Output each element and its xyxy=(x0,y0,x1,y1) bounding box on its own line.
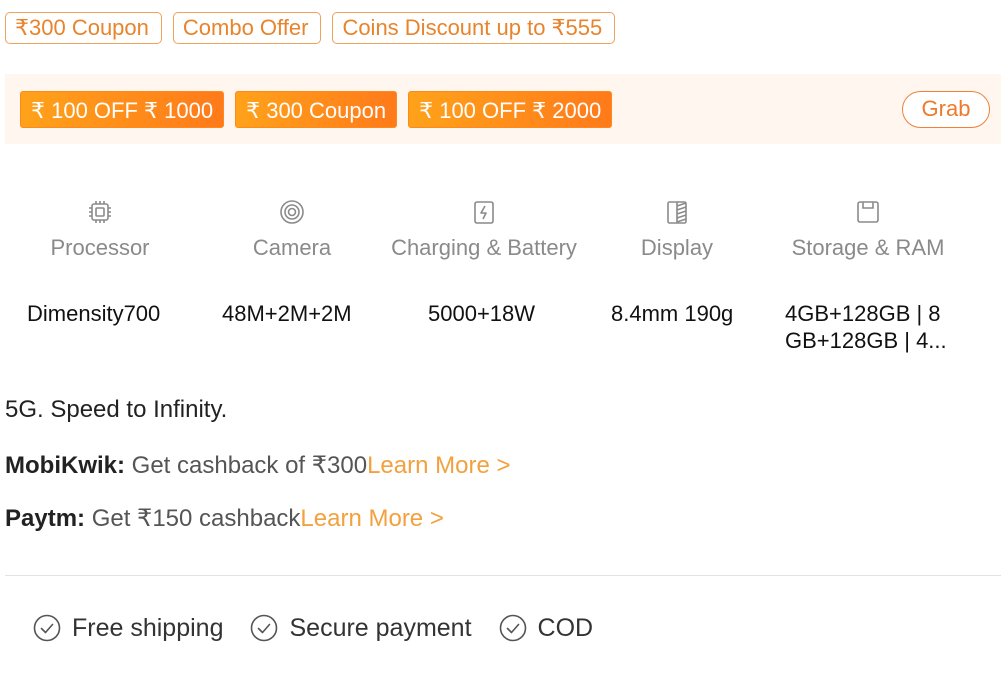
offer-mobikwik: MobiKwik: Get cashback of ₹300Learn More… xyxy=(5,451,511,480)
spec-label: Storage & RAM xyxy=(791,235,945,260)
spec-value-display: 8.4mm 190g xyxy=(611,301,734,326)
spec-camera: Camera xyxy=(197,196,387,261)
coupon-tag[interactable]: ₹300 Coupon xyxy=(5,12,162,44)
spec-battery: Charging & Battery xyxy=(389,196,579,261)
offer-text: Get cashback of ₹300 xyxy=(125,452,368,479)
service-secure-payment: Secure payment xyxy=(249,613,472,643)
coins-discount-tag[interactable]: Coins Discount up to ₹555 xyxy=(332,12,616,44)
service-badges: Free shipping Secure payment COD xyxy=(32,613,593,643)
spec-value-processor: Dimensity700 xyxy=(27,301,161,326)
processor-icon xyxy=(5,196,195,228)
check-circle-icon xyxy=(33,614,61,642)
service-free-shipping: Free shipping xyxy=(32,613,223,643)
coupon-100-off-2000[interactable]: ₹ 100 OFF ₹ 2000 xyxy=(408,91,613,128)
coupon-list: ₹ 100 OFF ₹ 1000 ₹ 300 Coupon ₹ 100 OFF … xyxy=(20,91,613,128)
divider xyxy=(5,575,1001,576)
spec-storage: Storage & RAM xyxy=(773,196,963,261)
offer-provider: MobiKwik: xyxy=(5,452,125,479)
spec-label: Processor xyxy=(50,235,150,260)
product-tagline: 5G. Speed to Infinity. xyxy=(5,396,228,423)
spec-value-camera: 48M+2M+2M xyxy=(222,301,352,326)
offer-text: Get ₹150 cashback xyxy=(85,505,301,532)
spec-value-battery: 5000+18W xyxy=(428,301,536,326)
spec-label: Charging & Battery xyxy=(391,235,577,260)
offer-paytm: Paytm: Get ₹150 cashbackLearn More > xyxy=(5,504,444,533)
spec-value-storage: 4GB+128GB | 8 GB+128GB | 4... xyxy=(785,301,947,353)
spec-label: Display xyxy=(640,235,714,260)
service-label: Secure payment xyxy=(289,613,472,642)
storage-icon xyxy=(773,196,963,228)
learn-more-link[interactable]: Learn More > xyxy=(300,505,443,532)
spec-display: Display xyxy=(582,196,772,261)
spec-label: Camera xyxy=(252,235,332,260)
battery-icon xyxy=(389,196,579,228)
check-circle-icon xyxy=(251,614,278,642)
coupon-100-off-1000[interactable]: ₹ 100 OFF ₹ 1000 xyxy=(20,91,225,128)
coupon-300[interactable]: ₹ 300 Coupon xyxy=(235,91,398,128)
combo-offer-tag[interactable]: Combo Offer xyxy=(172,12,322,44)
offer-provider: Paytm: xyxy=(5,505,86,532)
display-icon xyxy=(582,196,772,228)
spec-processor: Processor xyxy=(5,196,195,261)
coupon-strip: ₹ 100 OFF ₹ 1000 ₹ 300 Coupon ₹ 100 OFF … xyxy=(5,74,1001,144)
service-label: Free shipping xyxy=(72,613,224,642)
learn-more-link[interactable]: Learn More > xyxy=(367,452,510,479)
promo-tags: ₹300 Coupon Combo Offer Coins Discount u… xyxy=(5,12,616,44)
service-label: COD xyxy=(537,613,594,642)
camera-icon xyxy=(197,196,387,228)
service-cod: COD xyxy=(498,613,594,643)
grab-button[interactable]: Grab xyxy=(902,91,990,128)
check-circle-icon xyxy=(499,614,526,642)
